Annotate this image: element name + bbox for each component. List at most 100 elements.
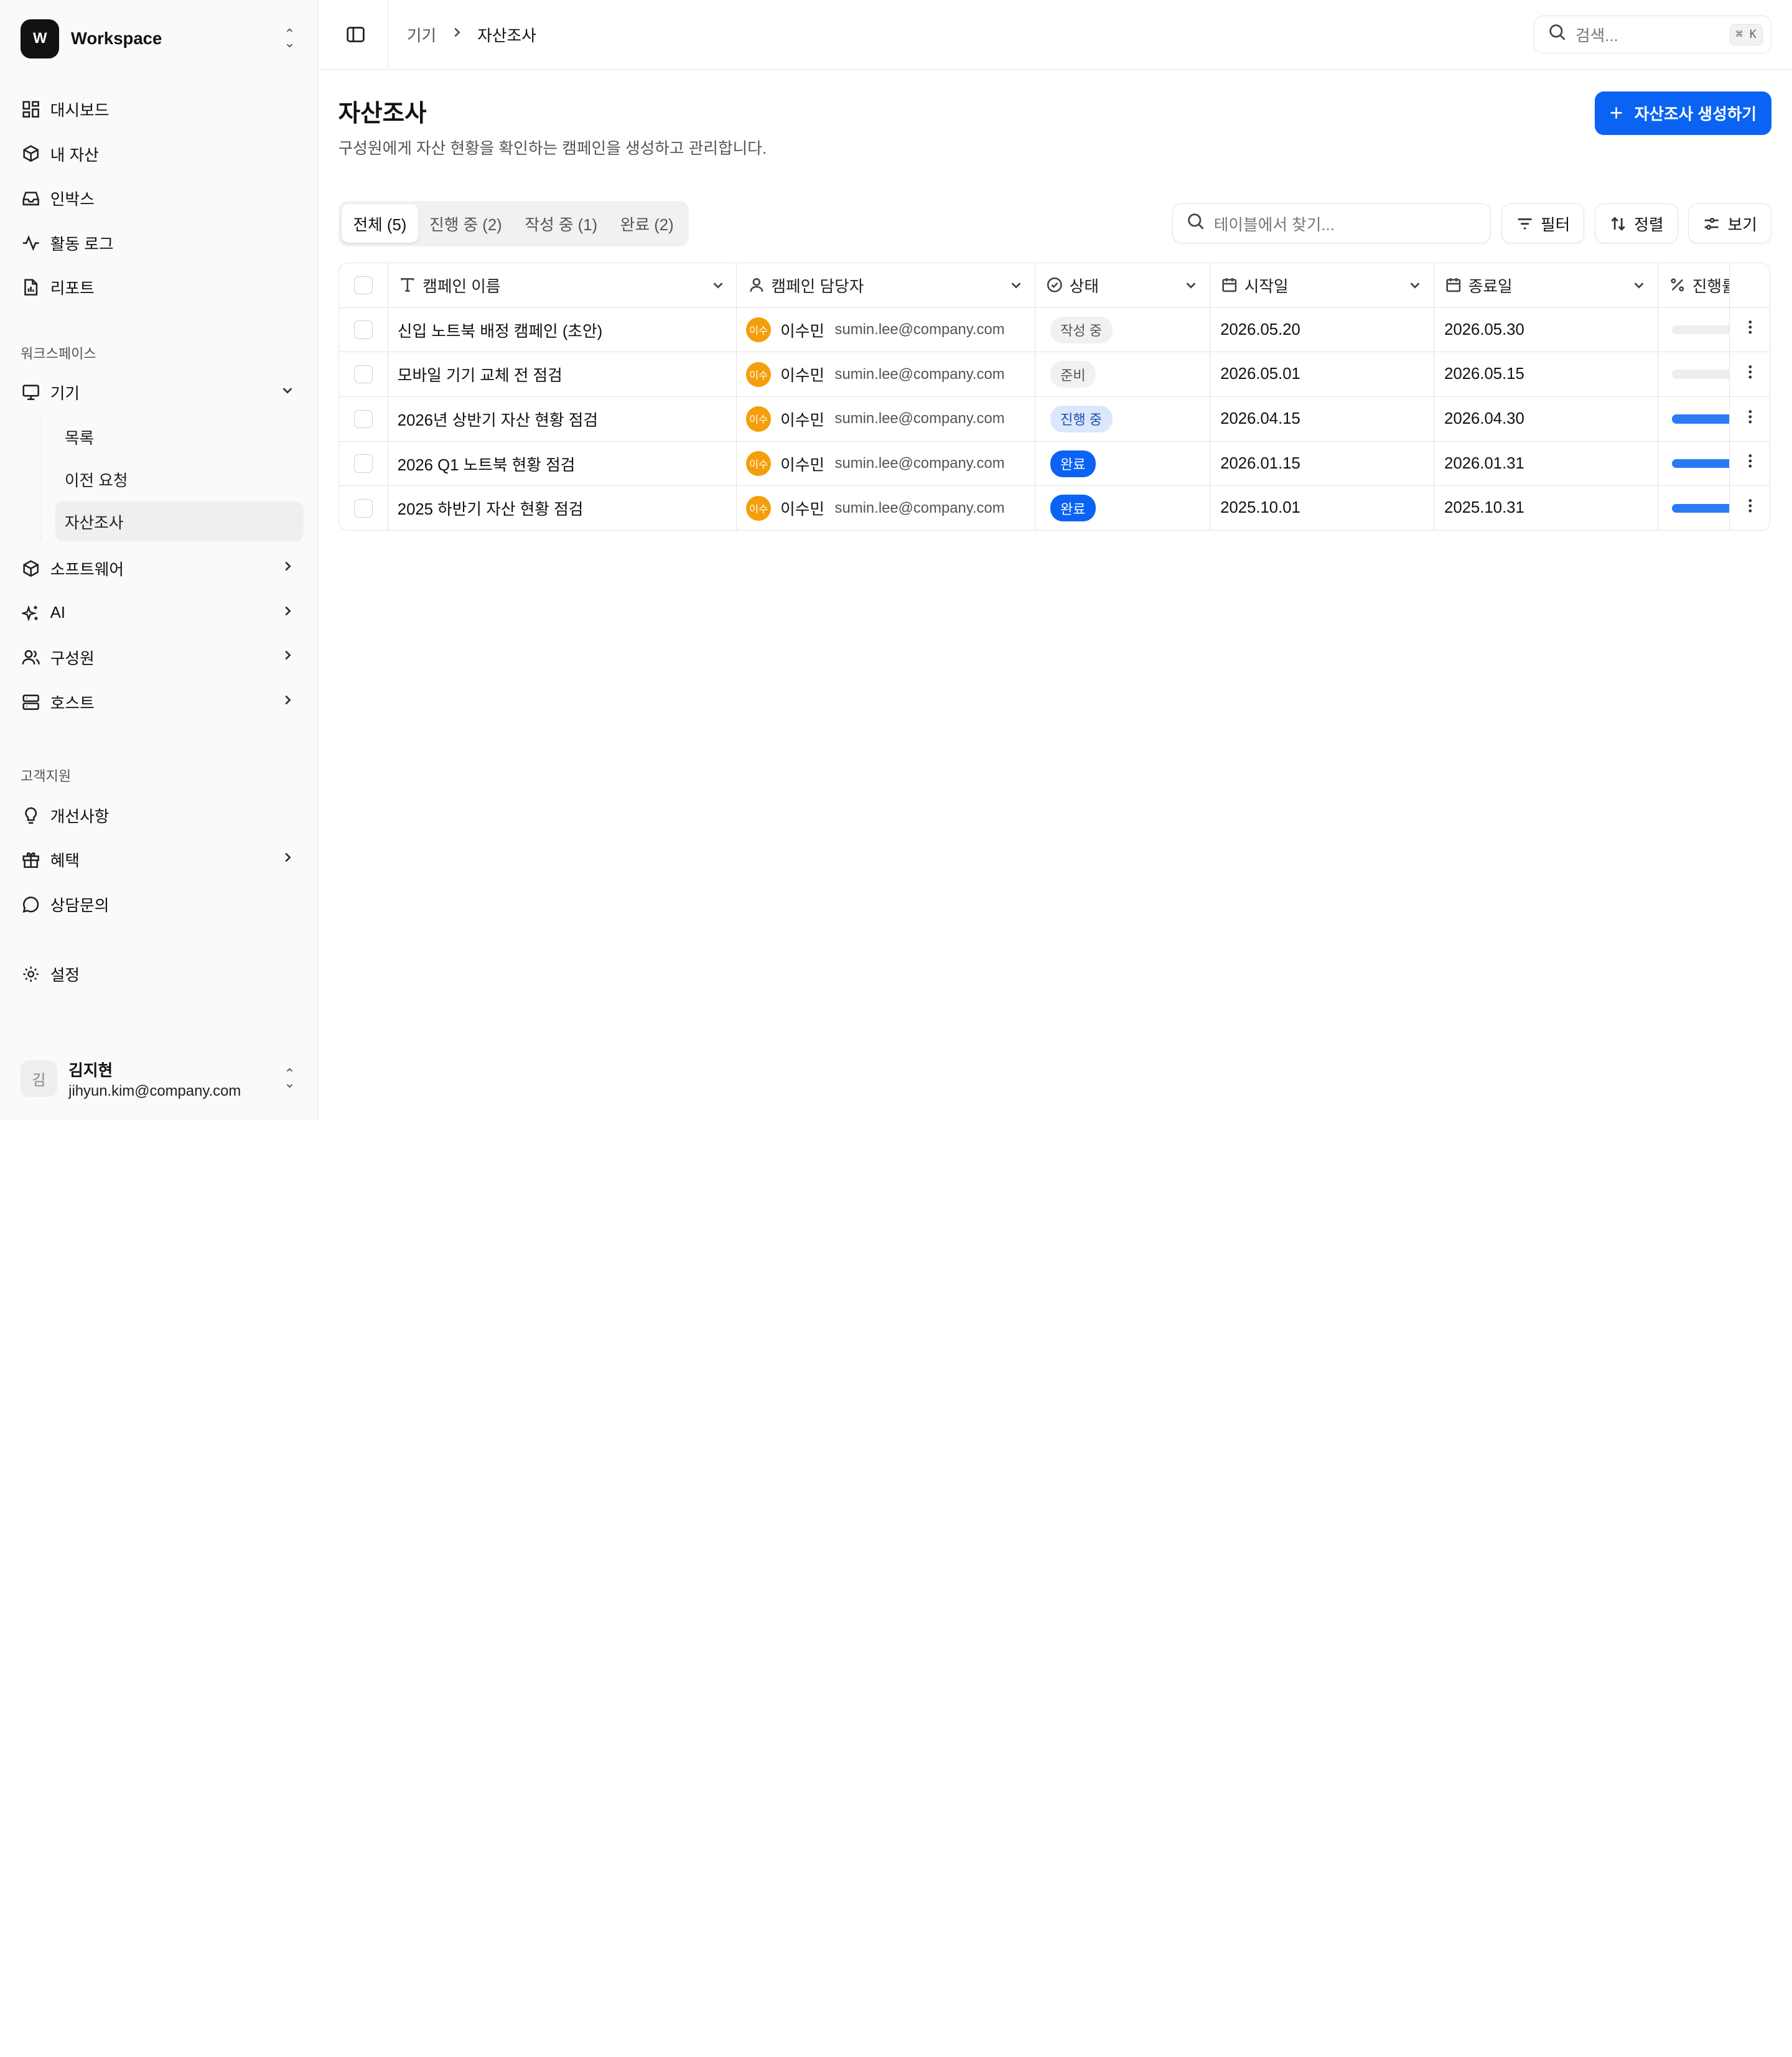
search-placeholder: 검색... (1575, 27, 1618, 45)
tab-drafting[interactable]: 작성 중 (1) (513, 204, 609, 243)
progress-cell (1658, 396, 1730, 442)
progress-fill (1671, 503, 1729, 513)
owner-cell: 이수 이수민 sumin.lee@company.com (736, 396, 1035, 442)
campaign-name[interactable]: 2026 Q1 노트북 현황 점검 (388, 441, 737, 487)
sub-item-asset-survey[interactable]: 자산조사 (55, 501, 304, 542)
nav-item-consultation[interactable]: 상담문의 (14, 882, 304, 927)
global-search[interactable]: 검색... ⌘ K (1533, 16, 1771, 54)
user-email: jihyun.kim@company.com (68, 1083, 241, 1100)
campaign-name[interactable]: 2026년 상반기 자산 현황 점검 (388, 396, 737, 442)
column-header-end-date[interactable]: 종료일 (1434, 263, 1658, 308)
chevron-down-icon (1632, 278, 1646, 292)
owner-cell: 이수 이수민 sumin.lee@company.com (736, 485, 1035, 531)
owner-cell: 이수 이수민 sumin.lee@company.com (736, 307, 1035, 353)
progress-cell (1658, 441, 1730, 487)
owner-avatar: 이수 (745, 450, 772, 477)
row-checkbox[interactable] (354, 454, 373, 473)
chevron-up-down-icon: ⌃ ⌄ (284, 1066, 296, 1091)
row-more-button[interactable] (1729, 441, 1770, 487)
inbox-icon (21, 188, 41, 208)
row-select-cell (338, 307, 389, 353)
row-checkbox[interactable] (354, 320, 373, 339)
progress-cell (1658, 352, 1730, 398)
sidebar-toggle-icon[interactable] (345, 24, 366, 45)
end-date: 2025.10.31 (1434, 485, 1658, 531)
nav-item-activity-log[interactable]: 활동 로그 (14, 220, 304, 265)
nav-item-benefits[interactable]: 혜택 (14, 837, 304, 882)
campaign-name[interactable]: 신입 노트북 배정 캠페인 (초안) (388, 307, 737, 353)
row-checkbox[interactable] (354, 365, 373, 384)
column-header-progress[interactable]: 진행률 (1658, 263, 1730, 308)
nav-item-label: 혜택 (50, 852, 80, 870)
nav-item-members[interactable]: 구성원 (14, 635, 304, 680)
column-label: 진행률 (1692, 278, 1729, 296)
sort-button[interactable]: 정렬 (1594, 203, 1678, 244)
column-header-owner[interactable]: 캠페인 담당자 (736, 263, 1035, 308)
table-row[interactable]: 2026 Q1 노트북 현황 점검 이수 이수민 sumin.lee@compa… (338, 441, 1770, 487)
check-circle-icon (1047, 277, 1063, 293)
campaign-name[interactable]: 모바일 기기 교체 전 점검 (388, 352, 737, 398)
owner-name: 이수민 (780, 322, 825, 340)
owner-email: sumin.lee@company.com (834, 499, 1005, 516)
table-row[interactable]: 2025 하반기 자산 현황 점검 이수 이수민 sumin.lee@compa… (338, 485, 1770, 531)
row-checkbox[interactable] (354, 409, 373, 429)
column-header-status[interactable]: 상태 (1035, 263, 1210, 308)
tab-all[interactable]: 전체 (5) (342, 204, 418, 243)
more-vertical-icon (1748, 409, 1752, 424)
nav-item-label: 상담문의 (50, 897, 110, 915)
progress-fill (1671, 414, 1729, 424)
filter-button[interactable]: 필터 (1501, 203, 1585, 244)
chevron-right-icon (281, 851, 297, 869)
chevron-right-icon (450, 26, 464, 44)
report-icon (21, 277, 41, 297)
view-button[interactable]: 보기 (1688, 203, 1771, 244)
select-all-checkbox[interactable] (354, 276, 373, 294)
nav-item-settings[interactable]: 설정 (14, 952, 304, 997)
table-row[interactable]: 2026년 상반기 자산 현황 점검 이수 이수민 sumin.lee@comp… (338, 396, 1770, 442)
column-label: 종료일 (1468, 278, 1513, 296)
monitor-icon (21, 382, 41, 403)
owner-email: sumin.lee@company.com (834, 455, 1005, 472)
nav-item-software[interactable]: 소프트웨어 (14, 546, 304, 591)
nav-item-my-assets[interactable]: 내 자산 (14, 131, 304, 176)
nav-item-dashboard[interactable]: 대시보드 (14, 87, 304, 132)
tab-in-progress[interactable]: 진행 중 (2) (418, 204, 513, 243)
row-more-button[interactable] (1729, 307, 1770, 353)
row-more-button[interactable] (1729, 352, 1770, 398)
search-icon (1548, 23, 1566, 45)
status-cell: 진행 중 (1035, 396, 1210, 442)
status-badge: 작성 중 (1050, 316, 1113, 343)
page-description: 구성원에게 자산 현황을 확인하는 캠페인을 생성하고 관리합니다. (338, 139, 767, 157)
chevron-right-icon (281, 604, 297, 622)
nav-item-report[interactable]: 리포트 (14, 265, 304, 310)
sub-item-list[interactable]: 목록 (55, 417, 303, 457)
row-select-cell (338, 352, 389, 398)
tab-completed[interactable]: 완료 (2) (609, 204, 685, 243)
row-checkbox[interactable] (354, 499, 373, 518)
nav-item-ai[interactable]: AI (14, 590, 304, 635)
create-survey-button[interactable]: + 자산조사 생성하기 (1595, 91, 1771, 135)
sub-item-transfer-requests[interactable]: 이전 요청 (55, 459, 303, 499)
table-row[interactable]: 신입 노트북 배정 캠페인 (초안) 이수 이수민 sumin.lee@comp… (338, 307, 1770, 353)
workspace-switcher[interactable]: W Workspace ⌃ ⌄ (14, 18, 304, 59)
workspace-section-title: 워크스페이스 (21, 345, 96, 361)
breadcrumb-parent[interactable]: 기기 (407, 23, 436, 46)
row-more-button[interactable] (1729, 396, 1770, 442)
start-date: 2026.05.20 (1210, 307, 1434, 353)
campaign-name[interactable]: 2025 하반기 자산 현황 점검 (388, 485, 737, 531)
column-header-name[interactable]: 캠페인 이름 (388, 263, 737, 308)
nav-item-devices[interactable]: 기기 (14, 370, 304, 415)
nav-item-hosts[interactable]: 호스트 (14, 680, 304, 725)
owner-name: 이수민 (780, 367, 825, 385)
page-title: 자산조사 (338, 100, 427, 127)
table-search-input[interactable]: 테이블에서 찾기... (1172, 203, 1491, 244)
row-more-button[interactable] (1730, 486, 1770, 531)
start-date: 2026.05.01 (1210, 352, 1434, 398)
nav-item-inbox[interactable]: 인박스 (14, 176, 304, 221)
status-badge: 진행 중 (1050, 405, 1113, 432)
nav-item-improvements[interactable]: 개선사항 (14, 793, 304, 838)
table-row[interactable]: 모바일 기기 교체 전 점검 이수 이수민 sumin.lee@company.… (338, 352, 1770, 398)
user-menu[interactable]: 김 김지현 jihyun.kim@company.com ⌃ ⌄ (14, 1053, 304, 1104)
more-vertical-icon (1748, 320, 1752, 334)
column-header-start-date[interactable]: 시작일 (1210, 263, 1434, 308)
